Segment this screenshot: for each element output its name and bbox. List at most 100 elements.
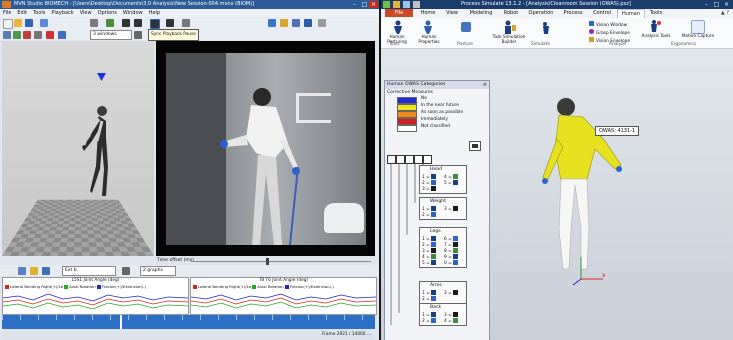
- menu-item-file[interactable]: File: [0, 10, 14, 16]
- marker-icon[interactable]: [23, 31, 31, 39]
- maximize-button[interactable]: □: [360, 1, 369, 8]
- legend-check-icon[interactable]: [284, 285, 289, 289]
- timeline-bar[interactable]: [2, 315, 375, 329]
- window-count-value: 3 windows: [93, 32, 117, 37]
- analysis-tools-button[interactable]: Analysis Tools: [641, 33, 671, 38]
- settings-gear-icon[interactable]: [318, 19, 326, 27]
- graph-count-dropdown[interactable]: 2 graphs: [140, 266, 176, 276]
- layout-icon[interactable]: [13, 31, 21, 39]
- task-simulation-icon[interactable]: [503, 20, 517, 34]
- legend-check-icon[interactable]: [252, 285, 257, 289]
- ps-minimize-button[interactable]: –: [702, 1, 711, 8]
- menu-item-playback[interactable]: Playback: [48, 10, 76, 16]
- legend-check-icon[interactable]: [193, 285, 197, 289]
- play-back-icon[interactable]: [90, 19, 98, 27]
- graph2-legend-2: Axial Rotation: [257, 284, 284, 289]
- qa-undo-icon[interactable]: [413, 1, 420, 8]
- task-simulation-builder-button[interactable]: Task Simulation Builder: [489, 34, 529, 44]
- legend-check-icon[interactable]: [5, 285, 9, 289]
- menu-item-view[interactable]: View: [77, 10, 95, 16]
- avatar-3d-viewport[interactable]: [2, 41, 154, 256]
- graph1-legend-3: Flexion(+)/Extension(-): [101, 284, 146, 289]
- posture-tools-icon[interactable]: [461, 22, 471, 32]
- qa-open-icon[interactable]: [393, 1, 400, 8]
- menu-item-options[interactable]: Options: [95, 10, 120, 16]
- measure-icon[interactable]: [280, 19, 288, 27]
- view-grid-icon[interactable]: [3, 31, 11, 39]
- graph-t8-legend: Lateral Bending Right(+)/Le Axial Rotati…: [193, 284, 334, 289]
- menu-item-help[interactable]: Help: [146, 10, 163, 16]
- save-icon[interactable]: [25, 19, 33, 27]
- owas-posture-item: 2 =: [422, 296, 436, 302]
- tab-operation[interactable]: Operation: [525, 9, 557, 17]
- time-offset-label: Time offset (ms): [157, 258, 194, 263]
- ps-close-button[interactable]: ×: [722, 1, 731, 8]
- next-frame-icon[interactable]: [134, 19, 142, 27]
- legend-check-icon[interactable]: [96, 285, 101, 289]
- human-properties-button[interactable]: Human Properties: [414, 34, 444, 44]
- play-icon[interactable]: [106, 19, 114, 27]
- human-posturing-icon[interactable]: [391, 20, 405, 34]
- grasp-envelope-button[interactable]: Grasp Envelope: [589, 29, 630, 36]
- tab-human[interactable]: Human: [617, 9, 645, 18]
- graph-t8[interactable]: T8 T6 Joint Angle (deg) Lateral Bending …: [190, 277, 377, 315]
- vision-window-button[interactable]: Vision Window: [589, 21, 627, 28]
- posture-figure-icon: [430, 318, 436, 323]
- tab-process[interactable]: Process: [559, 9, 587, 17]
- graph-layout-icon[interactable]: [42, 267, 50, 275]
- graph-l5s1[interactable]: L5S1 Joint Angle (deg) Lateral Bending R…: [2, 277, 189, 315]
- export-icon[interactable]: [304, 19, 312, 27]
- reach-icon[interactable]: [541, 22, 551, 34]
- window-count-dropdown[interactable]: 3 windows: [90, 30, 132, 40]
- previous-frame-icon[interactable]: [122, 19, 130, 27]
- mvn-title-text: MVN Studio BIOMECH - [Users\Desktop\Docu…: [14, 1, 255, 7]
- motion-capture-button[interactable]: Motion Capture: [681, 33, 715, 38]
- zoom-icon[interactable]: [18, 267, 26, 275]
- menu-item-tools[interactable]: Tools: [30, 10, 48, 16]
- stop-icon[interactable]: [182, 19, 190, 27]
- graph-grid-icon[interactable]: [30, 267, 38, 275]
- camera-icon[interactable]: [34, 31, 42, 39]
- timeline-cursor[interactable]: [120, 315, 122, 329]
- time-offset-slider[interactable]: [191, 261, 371, 262]
- tab-view[interactable]: View: [441, 9, 463, 17]
- snapshot-button[interactable]: [469, 141, 481, 151]
- ps-maximize-button[interactable]: □: [712, 1, 721, 8]
- tab-tools[interactable]: Tools: [645, 9, 667, 17]
- human-properties-icon[interactable]: [421, 20, 435, 34]
- graph-combo-1[interactable]: Ext b: [62, 266, 116, 276]
- analysis-tools-icon[interactable]: [649, 20, 661, 32]
- owas-group-legs: Legs 1 = 2 = 3 = 4 = 5 = 6 = 7 = 8 = 9 = 0 =: [419, 227, 467, 268]
- qa-save-icon[interactable]: [403, 1, 410, 8]
- legend-row: No: [397, 96, 485, 104]
- video-viewport[interactable]: [156, 41, 375, 256]
- record-red-icon[interactable]: [46, 31, 54, 39]
- graph-options-icon[interactable]: [122, 267, 130, 275]
- sync-playback-pause-button[interactable]: [150, 19, 160, 29]
- legend-check-icon[interactable]: [64, 285, 69, 289]
- menu-item-window[interactable]: Window: [120, 10, 146, 16]
- minimize-button[interactable]: –: [350, 1, 359, 8]
- ribbon-collapse-icon[interactable]: ▲ ?: [721, 10, 729, 16]
- owas-close-icon[interactable]: ×: [483, 81, 487, 89]
- record-icon[interactable]: [40, 19, 48, 27]
- link-icon[interactable]: [58, 31, 66, 39]
- open-folder-icon[interactable]: [14, 19, 22, 27]
- analysis-icon[interactable]: [268, 19, 276, 27]
- legend-label: No: [421, 96, 427, 101]
- chart-icon[interactable]: [292, 19, 300, 27]
- time-offset-handle[interactable]: [266, 258, 269, 265]
- tab-home[interactable]: Home: [417, 9, 439, 17]
- tab-modeling[interactable]: Modeling: [465, 9, 497, 17]
- vision-envelope-icon: [589, 37, 594, 42]
- close-button[interactable]: ×: [369, 1, 378, 8]
- new-file-icon[interactable]: [3, 19, 13, 29]
- file-tab[interactable]: File: [385, 9, 413, 17]
- tab-control[interactable]: Control: [589, 9, 615, 17]
- motion-capture-icon[interactable]: [691, 20, 705, 34]
- menu-item-edit[interactable]: Edit: [14, 10, 30, 16]
- video-person: [220, 88, 300, 245]
- sync-icon[interactable]: [134, 31, 142, 39]
- tab-robot[interactable]: Robot: [499, 9, 523, 17]
- skip-end-icon[interactable]: [166, 19, 174, 27]
